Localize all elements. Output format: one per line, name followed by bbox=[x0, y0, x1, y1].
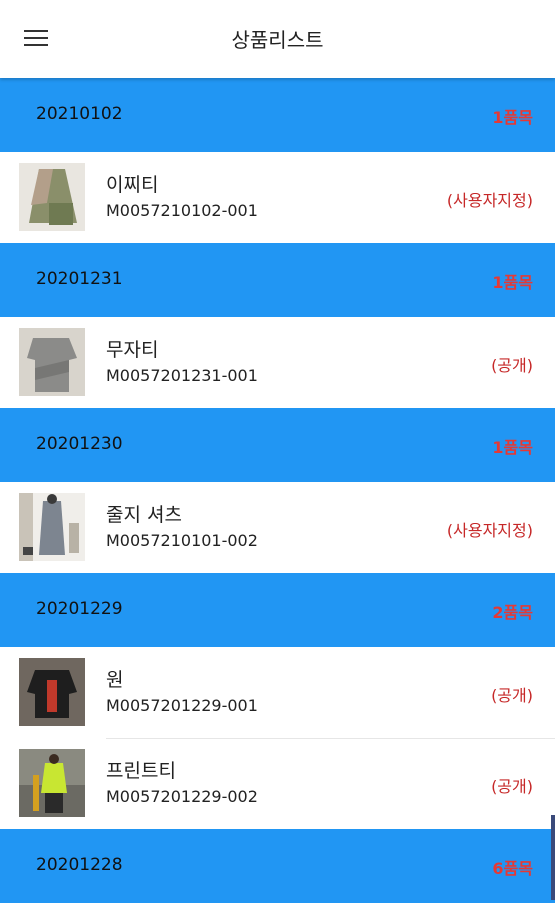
product-name: 줄지 셔츠 bbox=[106, 504, 182, 526]
scrollbar[interactable] bbox=[551, 815, 555, 900]
product-thumbnail bbox=[19, 163, 85, 231]
group-count: 1품목 bbox=[492, 438, 533, 457]
product-item[interactable]: 원 M0057201229-001 (공개) bbox=[0, 647, 555, 738]
group-header[interactable]: 20201228 6품목 bbox=[0, 829, 555, 903]
group-count: 1품목 bbox=[492, 273, 533, 292]
product-item[interactable]: 무자티 M0057201231-001 (공개) bbox=[0, 317, 555, 408]
group-date: 20201230 bbox=[36, 434, 123, 454]
product-item[interactable]: 이찌티 M0057210102-001 (사용자지정) bbox=[0, 152, 555, 243]
product-name: 원 bbox=[106, 669, 124, 691]
group-date: 20201228 bbox=[36, 855, 123, 875]
product-thumbnail bbox=[19, 658, 85, 726]
product-thumbnail bbox=[19, 493, 85, 561]
product-name: 이찌티 bbox=[106, 174, 159, 196]
visibility-status: (공개) bbox=[491, 686, 533, 705]
product-code: M0057210102-001 bbox=[106, 201, 258, 220]
group-header[interactable]: 20201229 2품목 bbox=[0, 573, 555, 647]
visibility-status: (공개) bbox=[491, 777, 533, 796]
product-name: 무자티 bbox=[106, 339, 159, 361]
group-date: 20201231 bbox=[36, 269, 123, 289]
app-bar: 상품리스트 bbox=[0, 0, 555, 78]
product-list: 20210102 1품목 이찌티 M0057210102-001 (사용자지정)… bbox=[0, 78, 555, 903]
group-count: 1품목 bbox=[492, 108, 533, 127]
group-header[interactable]: 20201231 1품목 bbox=[0, 243, 555, 317]
visibility-status: (사용자지정) bbox=[446, 191, 533, 210]
visibility-status: (사용자지정) bbox=[446, 521, 533, 540]
group-header[interactable]: 20210102 1품목 bbox=[0, 78, 555, 152]
product-code: M0057201229-001 bbox=[106, 696, 258, 715]
group-date: 20201229 bbox=[36, 599, 123, 619]
group-count: 2품목 bbox=[492, 603, 533, 622]
product-code: M0057201229-002 bbox=[106, 787, 258, 806]
product-code: M0057201231-001 bbox=[106, 366, 258, 385]
visibility-status: (공개) bbox=[491, 356, 533, 375]
product-thumbnail bbox=[19, 749, 85, 817]
group-header[interactable]: 20201230 1품목 bbox=[0, 408, 555, 482]
product-item[interactable]: 줄지 셔츠 M0057210101-002 (사용자지정) bbox=[0, 482, 555, 573]
group-date: 20210102 bbox=[36, 104, 123, 124]
page-title: 상품리스트 bbox=[231, 28, 324, 52]
product-item[interactable]: 프린트티 M0057201229-002 (공개) bbox=[0, 738, 555, 829]
group-count: 6품목 bbox=[492, 859, 533, 878]
product-thumbnail bbox=[19, 328, 85, 396]
product-code: M0057210101-002 bbox=[106, 531, 258, 550]
product-name: 프린트티 bbox=[106, 760, 176, 782]
